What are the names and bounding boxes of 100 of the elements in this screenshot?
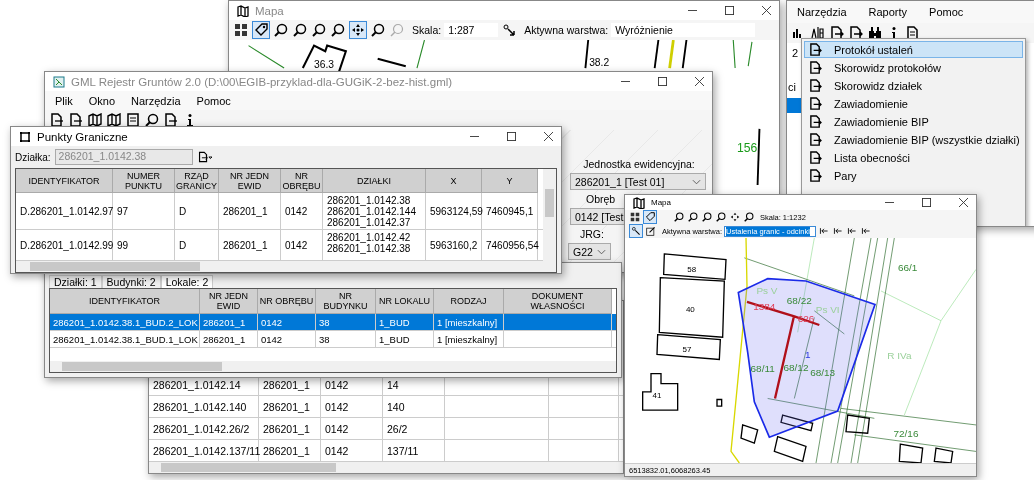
jrg-dropdown[interactable]: G22 [568, 243, 611, 260]
grid-icon[interactable] [629, 211, 641, 223]
menu-item[interactable]: Lista obecności [804, 149, 1023, 166]
zoom-icon[interactable] [701, 211, 713, 223]
scale-label: Skala: [412, 24, 442, 36]
menu-item[interactable]: Pomoc [196, 94, 231, 107]
search-icon[interactable] [144, 112, 160, 128]
map-icon[interactable] [87, 112, 103, 128]
document-icon[interactable] [829, 25, 845, 41]
maximize-icon[interactable] [507, 132, 516, 141]
zoom-icon[interactable] [673, 211, 685, 223]
menu-item[interactable]: Okno [88, 94, 116, 107]
menu-item[interactable]: Pary [804, 167, 1023, 184]
zoom-icon[interactable] [743, 211, 755, 223]
pan-icon[interactable] [349, 21, 367, 39]
zoom-icon[interactable] [687, 211, 699, 223]
column-header[interactable]: RODZAJ [434, 289, 504, 314]
zoom-icon[interactable] [330, 22, 346, 38]
column-header[interactable]: IDENTYFIKATOR [16, 169, 113, 193]
menu-item[interactable]: Zawiadomienie [804, 95, 1023, 112]
column-header[interactable]: NR OBRĘBU [281, 169, 323, 193]
table-row[interactable]: 286201_1.0142.38.1_BUD.2_LOK 286201_1 0142 38 1_BUD 1 [mieszkalny] [50, 314, 616, 331]
cursor-icon[interactable] [629, 224, 643, 238]
menu-item[interactable]: Narzędzia [797, 6, 847, 18]
close-icon[interactable] [762, 6, 771, 15]
map-icon[interactable] [106, 112, 122, 128]
document-icon[interactable] [68, 112, 84, 128]
document-icon[interactable] [905, 25, 921, 41]
grid-icon[interactable] [233, 22, 249, 38]
menu-item[interactable]: Plik [55, 94, 73, 107]
document-icon[interactable] [49, 112, 65, 128]
document-icon[interactable] [163, 112, 179, 128]
table-cell: D.286201_1.0142.99 [16, 230, 113, 260]
zoom-icon[interactable] [273, 22, 289, 38]
close-icon[interactable] [695, 77, 704, 86]
vertical-scrollbar[interactable] [543, 169, 556, 261]
map-icon [633, 196, 645, 209]
arrow-icon[interactable] [846, 225, 859, 237]
table-row[interactable]: 286201_1.0142.38.1_BUD.1_LOK 286201_1 0142 38 1_BUD 1 [mieszkalny] [50, 331, 616, 348]
horizontal-scrollbar[interactable] [16, 261, 556, 272]
column-header[interactable]: Y [482, 169, 538, 193]
menu-item[interactable]: Zawiadomienie BIP (wszystkie działki) [804, 131, 1023, 148]
zoom-icon[interactable] [292, 22, 308, 38]
zoom-icon[interactable] [311, 22, 327, 38]
app-icon [53, 75, 65, 88]
pan-icon[interactable] [729, 211, 741, 223]
menu-item[interactable]: Skorowidz protokołów [804, 59, 1023, 76]
export-icon[interactable] [196, 149, 213, 165]
close-icon[interactable] [959, 198, 968, 207]
table-cell: 0142 [321, 396, 383, 417]
columns-icon[interactable] [810, 25, 826, 41]
menu-item[interactable]: Narzędzia [131, 94, 181, 107]
tag-icon[interactable] [252, 21, 270, 39]
column-header[interactable]: NR JEDN EWID [200, 289, 258, 314]
column-header[interactable]: IDENTYFIKATOR [50, 289, 200, 314]
menu-item[interactable]: Zawiadomienie BIP [804, 113, 1023, 130]
table-cell: 286201_1 [219, 193, 281, 229]
menu-item[interactable]: Raporty [868, 6, 908, 18]
column-header[interactable]: NR LOKALU [376, 289, 434, 314]
table-cell: 5963160,2 [426, 230, 482, 260]
column-header[interactable]: NR BUDYNKU [316, 289, 376, 314]
arrow-icon[interactable] [832, 225, 845, 237]
column-header[interactable]: NR JEDN EWID [219, 169, 281, 193]
close-icon[interactable] [544, 132, 553, 141]
tab[interactable]: Lokale: 2 [160, 275, 214, 288]
binoculars-icon[interactable] [867, 25, 883, 41]
column-header[interactable]: NR OBRĘBU [258, 289, 316, 314]
table-cell: 7460956,54 [482, 230, 538, 260]
document-icon [809, 169, 822, 182]
column-header[interactable]: RZĄD GRANICY [175, 169, 219, 193]
document-icon [809, 61, 822, 74]
maximize-icon[interactable] [725, 6, 734, 15]
menu-item[interactable]: Protokół ustaleń [804, 41, 1023, 58]
arrow-icon[interactable] [860, 225, 873, 237]
horizontal-scrollbar[interactable] [50, 361, 616, 372]
field-label: Obręb [586, 193, 616, 205]
map-label: 1 [804, 349, 811, 361]
zoom-icon[interactable] [715, 211, 727, 223]
document-icon [809, 79, 822, 92]
column-header[interactable]: NUMER PUNKTU [113, 169, 175, 193]
list-icon[interactable] [125, 112, 141, 128]
layer-dropdown[interactable]: Wyróżnienie [611, 23, 756, 37]
menu-item[interactable]: Skorowidz działek [804, 77, 1023, 94]
map-label: 68/12 [783, 361, 809, 373]
table-cell: 286201_1.0142.137/11 [149, 440, 259, 461]
column-header[interactable]: DOKUMENT WŁASNOŚCI [504, 289, 612, 314]
scale-dropdown[interactable]: 1:287 [444, 23, 499, 37]
horizontal-scrollbar[interactable] [149, 462, 623, 473]
document-icon[interactable] [848, 25, 864, 41]
table-cell: 140 [383, 396, 445, 417]
unit-dropdown[interactable]: 286201_1 [Test 01] [570, 173, 706, 190]
cursor-icon[interactable] [501, 22, 518, 38]
maximize-icon[interactable] [658, 77, 667, 86]
edit-icon[interactable] [645, 225, 657, 237]
tag-icon[interactable] [643, 210, 657, 224]
column-header[interactable]: X [426, 169, 482, 193]
maximize-icon[interactable] [922, 198, 931, 207]
column-header[interactable]: DZIAŁKI [323, 169, 426, 193]
arrow-icon[interactable] [818, 225, 831, 237]
menu-item[interactable]: Pomoc [929, 6, 964, 18]
